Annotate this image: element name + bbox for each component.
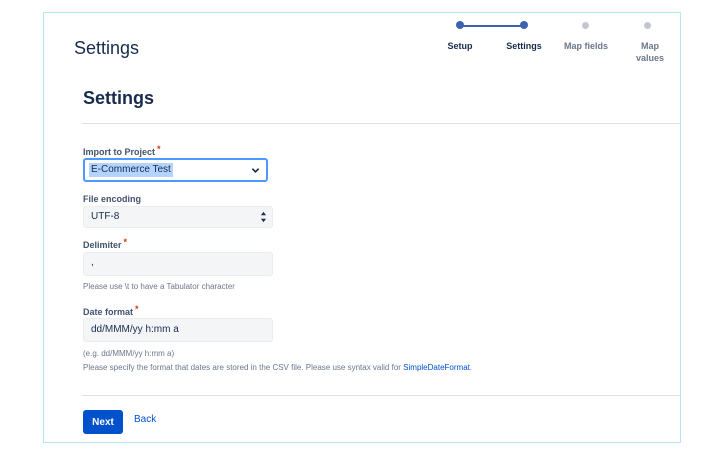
back-button[interactable]: Back bbox=[134, 414, 156, 425]
date-format-help: Please specify the format that dates are… bbox=[83, 363, 472, 372]
date-format-input[interactable]: dd/MMM/yy h:mm a bbox=[83, 318, 273, 342]
required-mark: * bbox=[135, 304, 139, 314]
step-dot-settings bbox=[520, 21, 528, 29]
tracker-line-done bbox=[460, 25, 524, 27]
footer-divider bbox=[82, 395, 680, 396]
delimiter-help: Please use \t to have a Tabulator charac… bbox=[83, 282, 235, 291]
step-label-setup[interactable]: Setup bbox=[430, 40, 490, 52]
project-label: Import to Project * bbox=[83, 144, 161, 157]
project-select[interactable]: E-Commerce Test bbox=[83, 158, 268, 182]
next-button[interactable]: Next bbox=[83, 410, 123, 434]
encoding-select[interactable]: UTF-8 bbox=[83, 206, 273, 228]
simpledateformat-link[interactable]: SimpleDateFormat bbox=[403, 363, 470, 372]
required-mark: * bbox=[123, 237, 128, 247]
step-dot-setup bbox=[456, 21, 464, 29]
delimiter-label: Delimiter * bbox=[83, 237, 128, 250]
step-label-map-values: Map values bbox=[635, 41, 665, 63]
date-format-input-value: dd/MMM/yy h:mm a bbox=[91, 324, 179, 335]
step-dot-map-values bbox=[644, 22, 651, 29]
step-dot-map-fields bbox=[582, 22, 589, 29]
page-title: Settings bbox=[74, 38, 140, 58]
encoding-select-value: UTF-8 bbox=[91, 211, 120, 222]
date-format-example: (e.g. dd/MMM/yy h:mm a) bbox=[83, 349, 175, 358]
project-select-value: E-Commerce Test bbox=[89, 163, 173, 177]
step-label-settings[interactable]: Settings bbox=[494, 40, 554, 52]
date-format-help-text: Please specify the format that dates are… bbox=[83, 363, 404, 372]
header-divider bbox=[82, 123, 680, 124]
form-title: Settings bbox=[83, 88, 155, 108]
encoding-label: File encoding bbox=[83, 194, 142, 204]
delimiter-label-text: Delimiter bbox=[83, 240, 122, 250]
up-down-arrows-icon bbox=[260, 211, 267, 223]
project-label-text: Import to Project bbox=[83, 147, 156, 157]
date-format-help-suffix: . bbox=[469, 363, 473, 372]
required-mark: * bbox=[157, 144, 161, 154]
chevron-down-icon bbox=[251, 168, 260, 173]
delimiter-input-value: , bbox=[91, 257, 94, 268]
delimiter-input[interactable]: , bbox=[83, 252, 273, 276]
step-label-map-fields: Map fields bbox=[563, 41, 608, 51]
progress-tracker: Setup Settings Map fields Map values bbox=[440, 18, 680, 68]
date-format-label-text: Date format bbox=[83, 307, 134, 317]
date-format-label: Date format * bbox=[83, 304, 139, 317]
